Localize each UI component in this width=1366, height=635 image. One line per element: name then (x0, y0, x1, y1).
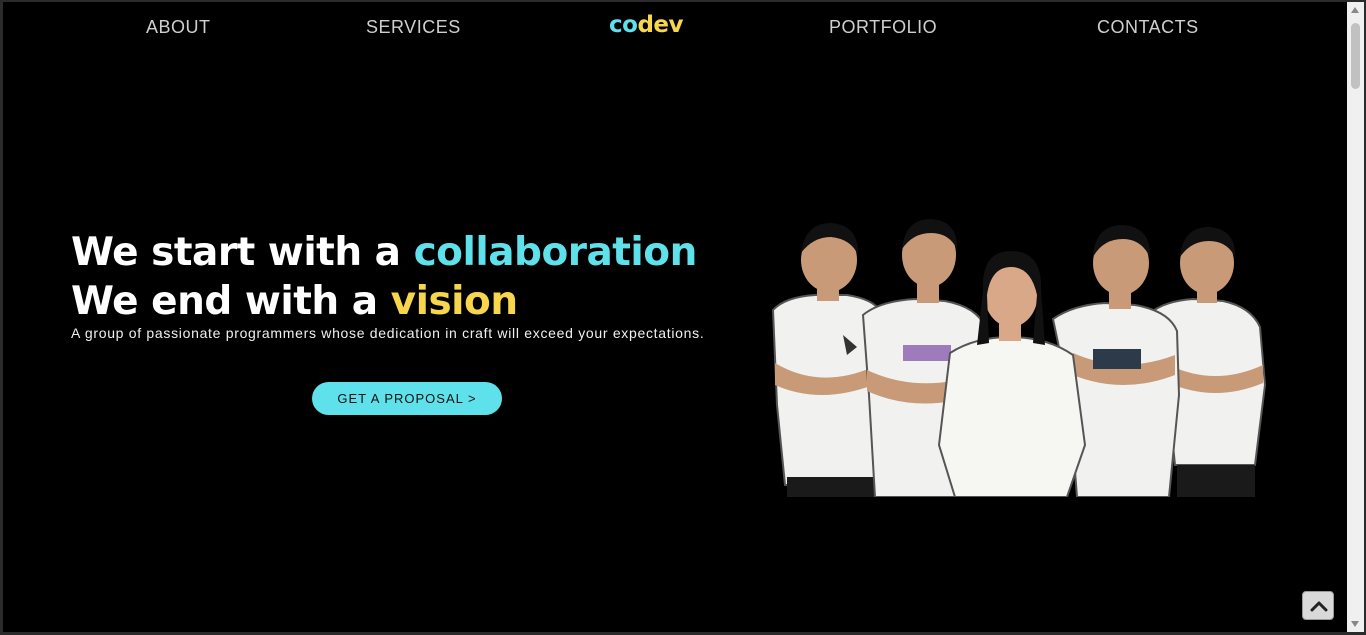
scroll-down-arrow-icon[interactable] (1351, 621, 1359, 627)
page-viewport: ABOUT SERVICES codev PORTFOLIO CONTACTS … (3, 2, 1347, 632)
headline-line1-prefix: We start with a (71, 230, 414, 275)
chevron-up-icon (1310, 601, 1328, 612)
get-proposal-button[interactable]: GET A PROPOSAL > (312, 382, 502, 415)
back-to-top-button[interactable] (1302, 591, 1334, 620)
team-member-3 (937, 251, 1087, 497)
hero-subtext: A group of passionate programmers whose … (71, 325, 705, 341)
vertical-scrollbar[interactable] (1347, 2, 1364, 632)
scroll-up-arrow-icon[interactable] (1351, 7, 1359, 13)
scroll-thumb[interactable] (1351, 23, 1360, 89)
hero-headline: We start with a collaboration We end wit… (71, 228, 697, 326)
team-photo (771, 219, 1267, 497)
logo-part-dev: dev (637, 12, 683, 38)
codev-logo[interactable]: codev (609, 12, 683, 38)
headline-accent-collaboration: collaboration (413, 230, 698, 275)
nav-about[interactable]: ABOUT (146, 17, 211, 38)
nav-portfolio[interactable]: PORTFOLIO (829, 17, 937, 38)
nav-services[interactable]: SERVICES (366, 17, 461, 38)
headline-line2-prefix: We end with a (71, 279, 391, 324)
headline-accent-vision: vision (390, 279, 518, 324)
top-nav: ABOUT SERVICES codev PORTFOLIO CONTACTS (3, 2, 1347, 52)
nav-contacts[interactable]: CONTACTS (1097, 17, 1199, 38)
logo-part-co: co (609, 12, 638, 38)
